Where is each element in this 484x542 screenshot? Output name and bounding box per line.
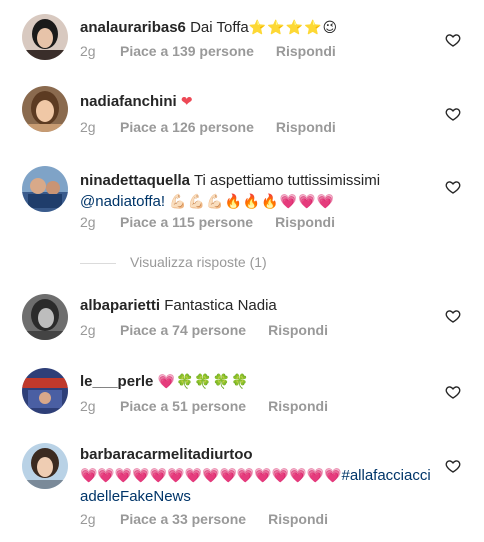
comment-emoji: ⭐⭐⭐⭐😉 [248, 19, 339, 35]
comment-emoji: ❤ [180, 93, 194, 109]
timestamp: 2g [80, 119, 96, 135]
comment-emoji: 💗🍀🍀🍀🍀 [157, 373, 250, 389]
mention-link[interactable]: @nadiatoffa! [80, 193, 165, 210]
timestamp: 2g [80, 511, 96, 527]
likes-count[interactable]: Piace a 33 persone [120, 511, 246, 527]
reply-button[interactable]: Rispondi [275, 214, 335, 230]
comment-emoji: 💗💗💗💗💗💗💗💗💗💗💗💗💗💗💗 [80, 467, 342, 483]
comment-meta: 2g Piace a 115 persone Rispondi [80, 214, 335, 230]
avatar[interactable] [22, 443, 68, 489]
avatar[interactable] [22, 14, 68, 60]
comment-text: analauraribas6 Dai Toffa⭐⭐⭐⭐😉 [80, 17, 435, 38]
avatar[interactable] [22, 368, 68, 414]
comment-text: barbaracarmelitadiurtoo 💗💗💗💗💗💗💗💗💗💗💗💗💗💗💗#… [80, 444, 435, 507]
comment-body: Ti aspettiamo tuttissimissimi [193, 172, 381, 189]
comment-meta: 2g Piace a 139 persone Rispondi [80, 43, 336, 59]
reply-button[interactable]: Rispondi [268, 398, 328, 414]
reply-button[interactable]: Rispondi [276, 119, 336, 135]
heart-icon[interactable] [445, 458, 461, 474]
heart-icon[interactable] [445, 308, 461, 324]
heart-icon[interactable] [445, 106, 461, 122]
comment-text: albaparietti Fantastica Nadia [80, 295, 435, 316]
comment-body: Dai Toffa [190, 19, 249, 36]
comment-meta: 2g Piace a 51 persone Rispondi [80, 398, 328, 414]
avatar[interactable] [22, 166, 68, 212]
timestamp: 2g [80, 214, 96, 230]
likes-count[interactable]: Piace a 51 persone [120, 398, 246, 414]
heart-icon[interactable] [445, 179, 461, 195]
username[interactable]: le___perle [80, 373, 153, 390]
comment-text: le___perle 💗🍀🍀🍀🍀 [80, 371, 435, 392]
timestamp: 2g [80, 322, 96, 338]
view-replies-label: Visualizza risposte (1) [130, 254, 267, 270]
timestamp: 2g [80, 43, 96, 59]
heart-icon[interactable] [445, 32, 461, 48]
reply-button[interactable]: Rispondi [268, 322, 328, 338]
reply-button[interactable]: Rispondi [268, 511, 328, 527]
comment-body: Fantastica Nadia [164, 297, 277, 314]
likes-count[interactable]: Piace a 126 persone [120, 119, 254, 135]
avatar[interactable] [22, 86, 68, 132]
comment-meta: 2g Piace a 126 persone Rispondi [80, 119, 336, 135]
username[interactable]: albaparietti [80, 297, 160, 314]
username[interactable]: nadiafanchini [80, 93, 177, 110]
comment-text: ninadettaquella Ti aspettiamo tuttissimi… [80, 170, 435, 212]
likes-count[interactable]: Piace a 74 persone [120, 322, 246, 338]
comment-meta: 2g Piace a 74 persone Rispondi [80, 322, 328, 338]
comment-meta: 2g Piace a 33 persone Rispondi [80, 511, 328, 527]
heart-icon[interactable] [445, 384, 461, 400]
comment-emoji: 💪🏻💪🏻💪🏻🔥🔥🔥💗💗💗 [169, 193, 336, 209]
reply-button[interactable]: Rispondi [276, 43, 336, 59]
timestamp: 2g [80, 398, 96, 414]
username[interactable]: ninadettaquella [80, 172, 190, 189]
likes-count[interactable]: Piace a 139 persone [120, 43, 254, 59]
likes-count[interactable]: Piace a 115 persone [120, 214, 253, 230]
username[interactable]: barbaracarmelitadiurtoo [80, 446, 253, 463]
avatar[interactable] [22, 294, 68, 340]
comment-text: nadiafanchini ❤ [80, 91, 435, 112]
divider [80, 262, 116, 264]
username[interactable]: analauraribas6 [80, 19, 186, 36]
view-replies-link[interactable]: Visualizza risposte (1) [80, 254, 267, 270]
